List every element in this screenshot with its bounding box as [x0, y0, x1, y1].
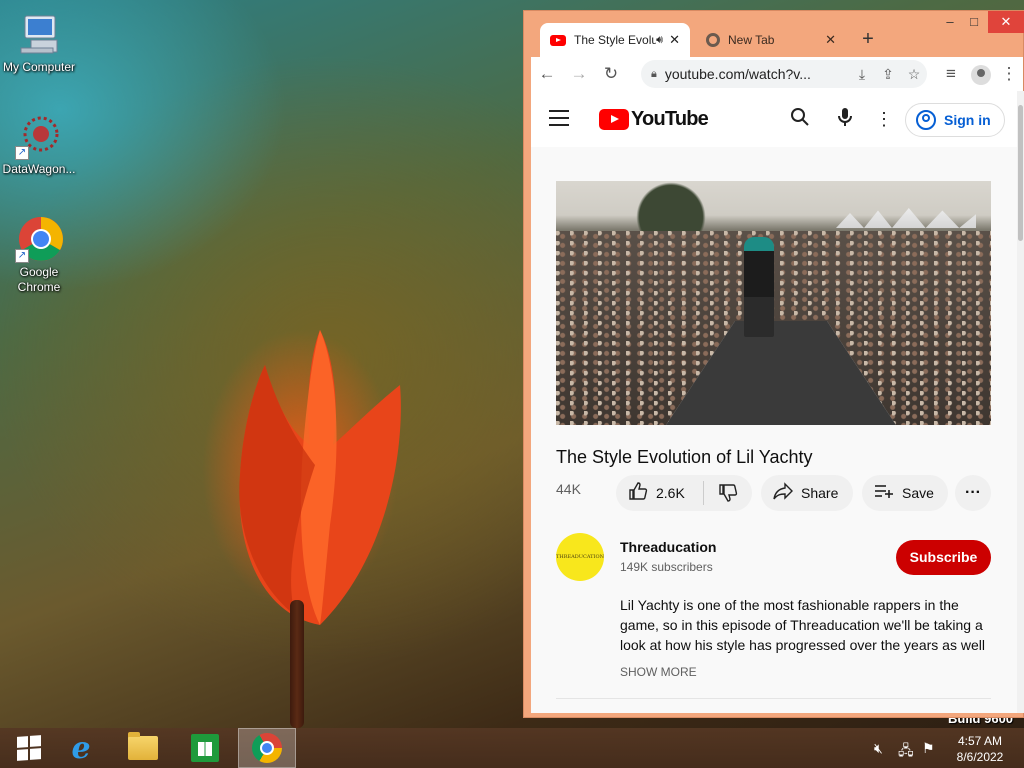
chrome-icon [252, 733, 282, 763]
like-dislike-group: 2.6K [616, 475, 752, 511]
datawagon-icon: ↗ [15, 112, 63, 160]
more-actions-button[interactable]: ··· [955, 475, 991, 511]
divider [556, 698, 991, 699]
url-text: youtube.com/watch?v... [664, 66, 811, 82]
save-button[interactable]: Save [862, 475, 948, 511]
folder-icon [128, 732, 158, 760]
share-icon[interactable]: ⇪ [875, 66, 901, 83]
network-icon[interactable]: 🖧︎ [898, 740, 914, 764]
store-icon [191, 734, 219, 762]
computer-icon [15, 10, 63, 58]
taskbar-internet-explorer[interactable]: e [52, 728, 110, 768]
channel-name[interactable]: Threaducation [620, 539, 716, 555]
tab-new-tab[interactable]: New Tab ✕ [696, 23, 846, 57]
tents-scenery [836, 208, 976, 228]
view-count: 44K [556, 481, 581, 497]
performer [744, 237, 774, 337]
close-window-button[interactable]: ✕ [988, 11, 1024, 33]
microphone-icon[interactable] [833, 107, 857, 131]
horizontal-dots-icon: ··· [965, 484, 981, 501]
taskbar-file-explorer[interactable] [114, 728, 172, 768]
title-bar[interactable]: – □ ✕ The Style Evolution of Lil Yachty … [524, 11, 1024, 57]
hamburger-menu-icon[interactable] [549, 110, 569, 126]
page-scrollbar[interactable] [1017, 91, 1024, 713]
sign-in-label: Sign in [944, 112, 991, 128]
video-player[interactable] [556, 181, 991, 425]
close-tab-icon[interactable]: ✕ [669, 32, 680, 48]
flower-stem [290, 600, 304, 728]
youtube-header: YouTube ⋮ Sign in [531, 91, 1017, 147]
reload-icon[interactable]: ↻ [595, 60, 627, 88]
menu-kebab-icon[interactable]: ⋮ [993, 60, 1024, 88]
bookmark-star-icon[interactable]: ☆ [901, 66, 927, 83]
chrome-window: – □ ✕ The Style Evolution of Lil Yachty … [523, 10, 1024, 718]
internet-explorer-icon: e [71, 730, 91, 766]
new-tab-button[interactable]: + [854, 25, 882, 53]
show-more-button[interactable]: SHOW MORE [620, 665, 697, 679]
start-button[interactable] [0, 728, 58, 768]
volume-muted-icon[interactable]: 🔇︎ [874, 740, 883, 757]
desktop-icon-datawagon[interactable]: ↗ DataWagon... [0, 112, 78, 177]
scrollbar-thumb[interactable] [1018, 105, 1023, 241]
tab-youtube[interactable]: The Style Evolution of Lil Yachty 🔊︎ ✕ [540, 23, 690, 57]
chrome-icon [706, 33, 720, 47]
forward-arrow-icon[interactable]: → [563, 60, 595, 88]
close-tab-icon[interactable]: ✕ [825, 32, 836, 48]
taskbar: e 🔇︎ 🖧︎ ⚑ 4:57 AM 8/6/2022 [0, 728, 1024, 768]
share-label: Share [801, 485, 839, 501]
channel-avatar[interactable]: THREADUCATION [556, 533, 604, 581]
windows-logo-icon [17, 735, 41, 761]
account-icon [916, 110, 936, 130]
clock-date: 8/6/2022 [956, 750, 1004, 764]
speaker-icon[interactable]: 🔊︎ [656, 34, 663, 47]
youtube-page: YouTube ⋮ Sign in The Style Evolution of… [531, 91, 1017, 713]
desktop-icon-label: DataWagon... [2, 162, 76, 176]
tab-title: The Style Evolution of Lil Yachty [574, 33, 657, 47]
media-control-icon[interactable]: ≡ [935, 60, 967, 88]
subscribe-button[interactable]: Subscribe [896, 540, 991, 575]
lock-icon: 🔒︎ [651, 67, 657, 80]
youtube-logo-text: YouTube [631, 108, 709, 130]
save-label: Save [902, 485, 934, 501]
desktop-icon-label: Google Chrome [17, 265, 61, 294]
maximize-button[interactable]: □ [958, 11, 990, 33]
chrome-icon: ↗ [15, 215, 63, 263]
add-to-playlist-icon [874, 481, 894, 506]
back-arrow-icon[interactable]: ← [531, 60, 563, 88]
desktop-icon-google-chrome[interactable]: ↗ Google Chrome [0, 215, 78, 295]
channel-avatar-text: THREADUCATION [556, 554, 604, 560]
share-button[interactable]: Share [761, 475, 853, 511]
install-app-icon[interactable]: ⤓ [849, 66, 875, 83]
share-arrow-icon [773, 481, 793, 506]
browser-toolbar: ← → ↻ 🔒︎ youtube.com/watch?v... ⤓ ⇪ ☆ ≡ … [531, 57, 1023, 91]
youtube-play-icon [599, 109, 629, 130]
clock-time: 4:57 AM [957, 734, 1003, 748]
sign-in-button[interactable]: Sign in [905, 103, 1005, 137]
dislike-button[interactable] [704, 483, 752, 504]
video-description: Lil Yachty is one of the most fashionabl… [620, 597, 985, 653]
youtube-icon [550, 34, 566, 46]
desktop-icon-label: My Computer [2, 60, 76, 74]
action-center-icon[interactable]: ⚑ [922, 740, 935, 757]
thumbs-down-icon [718, 483, 738, 502]
subscriber-count: 149K subscribers [620, 560, 713, 574]
like-button[interactable]: 2.6K [616, 481, 704, 505]
video-title: The Style Evolution of Lil Yachty [556, 447, 813, 467]
like-count: 2.6K [656, 485, 685, 501]
tulip-wallpaper-image [239, 330, 401, 625]
tab-title: New Tab [728, 33, 775, 47]
taskbar-google-chrome[interactable] [238, 728, 296, 768]
desktop-icon-my-computer[interactable]: My Computer [0, 10, 78, 75]
system-clock[interactable]: 4:57 AM 8/6/2022 [952, 733, 1008, 765]
address-bar[interactable]: 🔒︎ youtube.com/watch?v... ⤓ ⇪ ☆ [641, 60, 927, 88]
thumbs-up-icon [628, 481, 648, 506]
youtube-logo[interactable]: YouTube [599, 108, 709, 131]
more-options-icon[interactable]: ⋮ [872, 107, 896, 131]
shortcut-arrow-icon: ↗ [15, 146, 29, 160]
search-icon[interactable] [788, 107, 812, 131]
shortcut-arrow-icon: ↗ [15, 249, 29, 263]
taskbar-store[interactable] [176, 728, 234, 768]
